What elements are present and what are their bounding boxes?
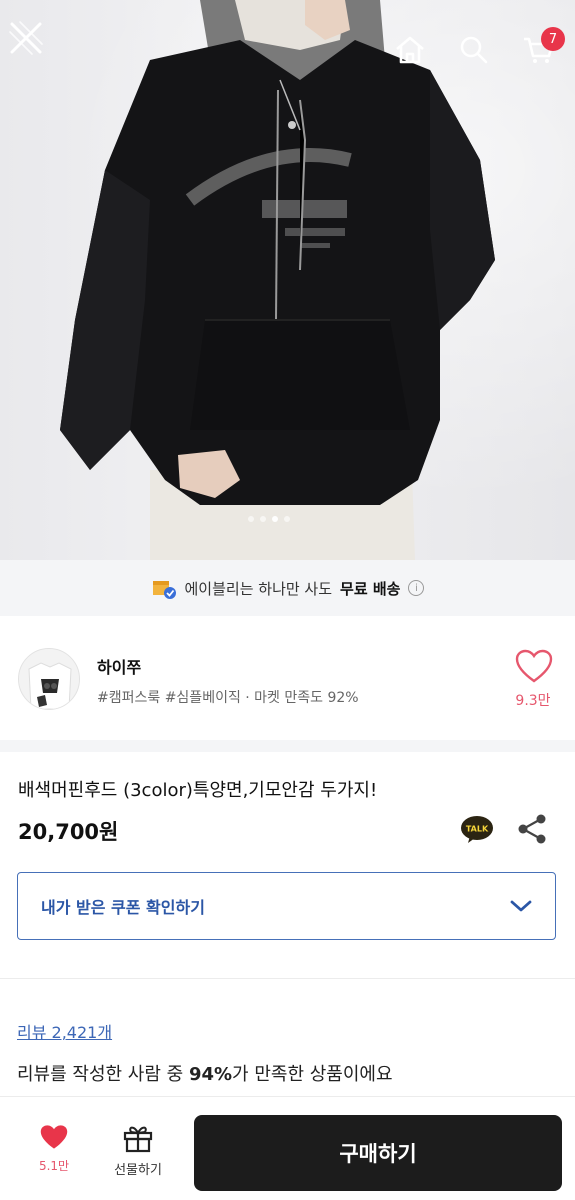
product-title: 배색머핀후드 (3color)특양면,기모안감 두가지!	[18, 780, 378, 801]
review-summary-before: 리뷰를 작성한 사람 중	[17, 1064, 184, 1085]
coupon-check-dropdown[interactable]: 내가 받은 쿠폰 확인하기	[17, 872, 556, 940]
gift-label: 선물하기	[114, 1163, 162, 1178]
gift-icon	[123, 1126, 153, 1153]
carousel-dot[interactable]	[284, 516, 290, 522]
product-image-carousel[interactable]: 7	[0, 0, 575, 560]
shop-name[interactable]: 하이쭈	[97, 654, 141, 678]
review-summary: 리뷰를 작성한 사람 중 94%가 만족한 상품이에요	[17, 1060, 393, 1086]
shop-tags: #캠퍼스룩 #심플베이직 · 마켓 만족도 92%	[97, 690, 359, 706]
carousel-dot[interactable]	[248, 516, 254, 522]
buy-button[interactable]: 구매하기	[194, 1115, 562, 1191]
gift-button[interactable]: 선물하기	[100, 1123, 176, 1187]
shipping-text-bold: 무료 배송	[340, 579, 401, 598]
free-shipping-banner[interactable]: 에이블리는 하나만 사도 무료 배송 i	[0, 560, 575, 616]
delivery-box-icon	[152, 581, 176, 599]
product-price: 20,700원	[18, 820, 119, 844]
heart-outline-icon[interactable]	[514, 648, 554, 684]
search-icon[interactable]	[452, 28, 496, 72]
section-divider	[0, 740, 575, 752]
shop-section[interactable]: 하이쭈 #캠퍼스룩 #심플베이직 · 마켓 만족도 92% 9.3만	[0, 630, 575, 730]
carousel-dot-active[interactable]	[272, 516, 278, 522]
shop-like-count: 9.3만	[515, 693, 551, 709]
carousel-dots	[248, 516, 290, 522]
heart-filled-icon	[40, 1125, 68, 1149]
chevron-down-icon	[510, 900, 532, 912]
review-summary-after: 가 만족한 상품이에요	[232, 1064, 393, 1085]
carousel-dot[interactable]	[260, 516, 266, 522]
close-icon[interactable]	[4, 16, 48, 60]
kakao-talk-icon[interactable]: TALK	[460, 814, 494, 844]
shipping-text: 에이블리는 하나만 사도	[184, 579, 333, 598]
review-count-link[interactable]: 리뷰 2,421개	[17, 1019, 112, 1043]
shop-avatar[interactable]	[18, 648, 80, 710]
info-icon[interactable]: i	[408, 580, 425, 596]
review-summary-percent: 94%	[188, 1064, 233, 1085]
section-divider	[0, 978, 575, 979]
home-icon[interactable]	[388, 28, 432, 72]
wishlist-button[interactable]: 5.1만	[18, 1123, 90, 1187]
kakao-talk-label: TALK	[466, 825, 489, 834]
bottom-action-bar: 5.1만 선물하기 구매하기	[0, 1096, 575, 1200]
wishlist-count: 5.1만	[38, 1159, 70, 1173]
share-icon[interactable]	[514, 812, 550, 846]
cart-count-badge: 7	[541, 27, 565, 51]
coupon-label: 내가 받은 쿠폰 확인하기	[41, 898, 205, 917]
product-photo	[60, 0, 495, 560]
